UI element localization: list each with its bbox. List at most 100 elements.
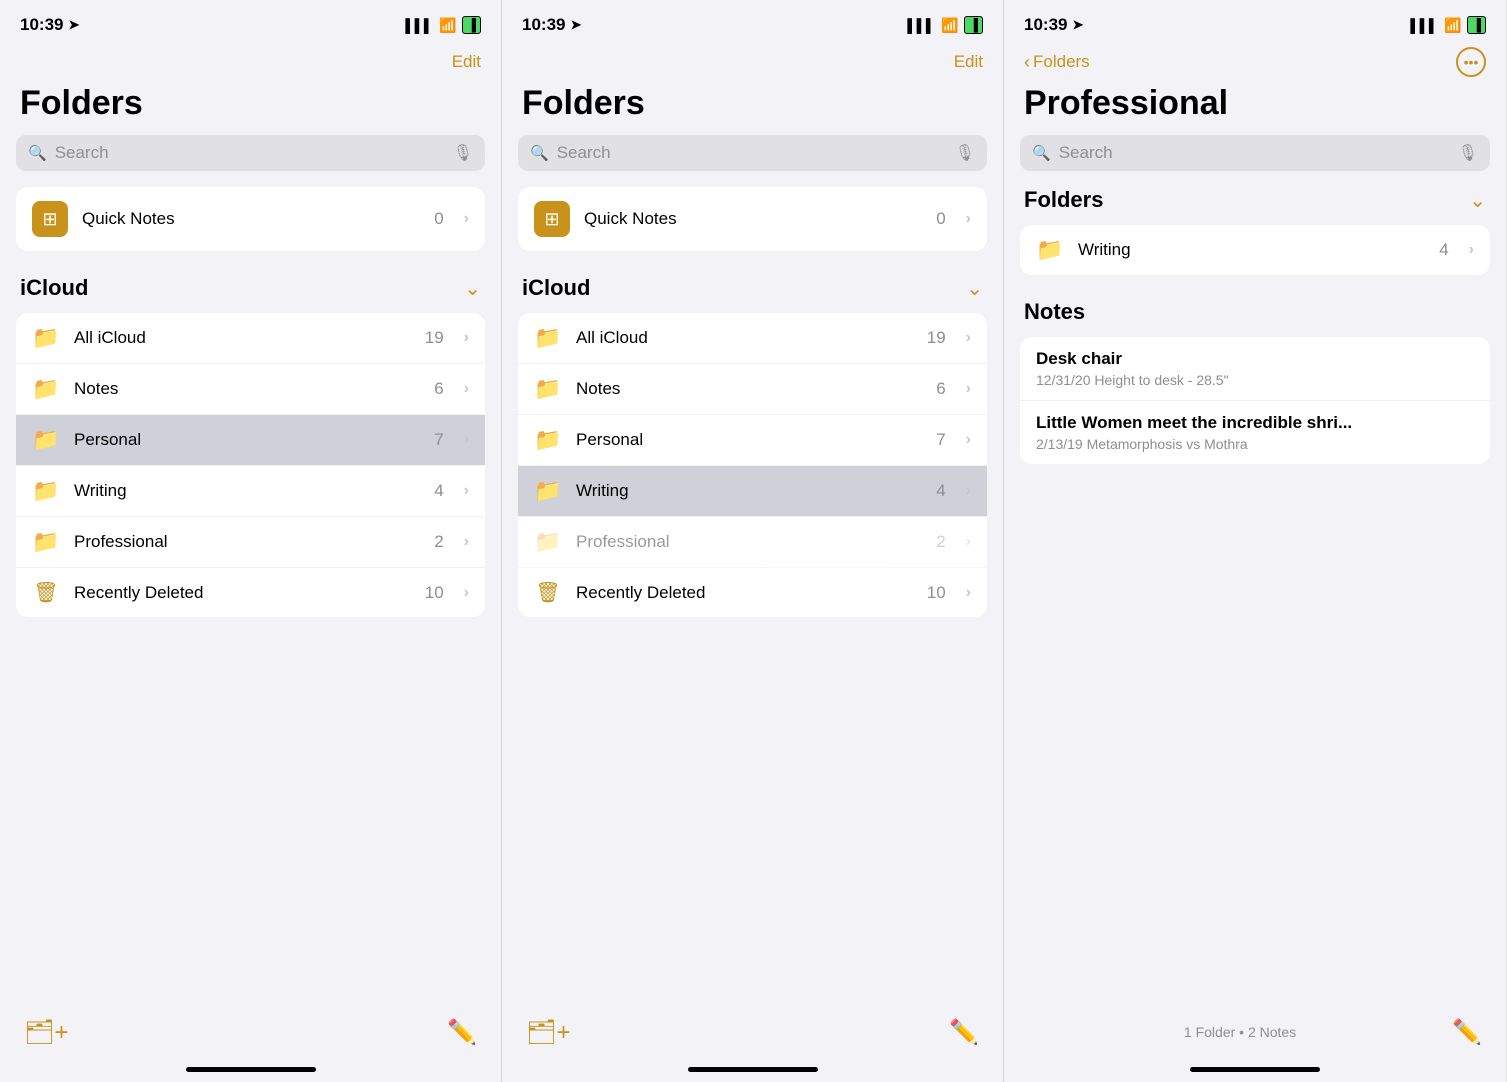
chevron-personal-2: › (966, 431, 971, 449)
folder-name-all-icloud-2: All iCloud (576, 328, 913, 348)
folder-row-notes-1[interactable]: 📁 Notes 6 › (16, 364, 485, 415)
folder-icon-personal-2: 📁 (534, 427, 562, 453)
note-meta-little-women-3: 2/13/19 Metamorphosis vs Mothra (1036, 436, 1474, 452)
folder-name-personal-2: Personal (576, 430, 922, 450)
folder-row-writing-1[interactable]: 📁 Writing 4 › (16, 466, 485, 517)
folder-name-personal-1: Personal (74, 430, 420, 450)
folder-icon-1: 📁 (32, 325, 60, 351)
chevron-all-icloud-1: › (464, 329, 469, 347)
folder-icon-notes-2: 📁 (534, 376, 562, 402)
compose-icon-1[interactable]: ✏️ (447, 1018, 477, 1047)
folder-count-professional-2: 2 (936, 532, 945, 552)
note-title-little-women-3: Little Women meet the incredible shri... (1036, 413, 1474, 433)
folder-name-professional-2: Professional (576, 532, 922, 552)
folder-count-writing-1: 4 (434, 481, 443, 501)
folder-count-notes-1: 6 (434, 379, 443, 399)
folder-icon-personal-1: 📁 (32, 427, 60, 453)
folder-row-professional-1[interactable]: 📁 Professional 2 › (16, 517, 485, 568)
page-title-2: Folders (502, 80, 1003, 135)
chevron-right-quick-notes-2: › (966, 210, 971, 228)
note-title-desk-chair-3: Desk chair (1036, 349, 1474, 369)
signal-icon-2: ▌▌▌ (907, 18, 935, 33)
folder-row-all-icloud-2[interactable]: 📁 All iCloud 19 › (518, 313, 987, 364)
quick-notes-row-2[interactable]: ⊞ Quick Notes 0 › (518, 187, 987, 251)
page-title-1: Folders (0, 80, 501, 135)
status-time-3: 10:39 ➤ (1024, 15, 1083, 35)
folder-count-notes-2: 6 (936, 379, 945, 399)
signal-icon-3: ▌▌▌ (1410, 18, 1438, 33)
trash-icon-1: 🗑 (32, 580, 60, 605)
page-title-3: Professional (1004, 80, 1506, 135)
folder-icon-writing-2: 📁 (534, 478, 562, 504)
search-icon-3: 🔍 (1032, 144, 1051, 162)
note-row-desk-chair-3[interactable]: Desk chair 12/31/20 Height to desk - 28.… (1020, 337, 1490, 401)
more-button-3[interactable]: ••• (1456, 47, 1486, 77)
folder-count-personal-2: 7 (936, 430, 945, 450)
icloud-title-1: iCloud (20, 275, 88, 301)
folder-row-all-icloud-1[interactable]: 📁 All iCloud 19 › (16, 313, 485, 364)
status-time-2: 10:39 ➤ (522, 15, 581, 35)
folder-name-writing-3: Writing (1078, 240, 1425, 260)
edit-button-2[interactable]: Edit (954, 52, 983, 72)
folder-icon-all-icloud-2: 📁 (534, 325, 562, 351)
wifi-icon-1: 📶 (439, 17, 456, 34)
folder-row-writing-3[interactable]: 📁 Writing 4 › (1020, 225, 1490, 275)
folder-icon-notes-1: 📁 (32, 376, 60, 402)
new-folder-icon-1[interactable]: 🗂+ (24, 1018, 68, 1047)
folder-icon-professional-2: 📁 (534, 529, 562, 555)
search-icon-1: 🔍 (28, 144, 47, 162)
folder-row-writing-2[interactable]: 📁 Writing 4 › (518, 466, 987, 517)
home-bar-2 (688, 1067, 818, 1072)
nav-bar-3: ‹ Folders ••• (1004, 44, 1506, 80)
note-row-little-women-3[interactable]: Little Women meet the incredible shri...… (1020, 401, 1490, 464)
compose-icon-2[interactable]: ✏️ (949, 1018, 979, 1047)
chevron-deleted-1: › (464, 584, 469, 602)
ellipsis-icon-3: ••• (1464, 54, 1479, 70)
folders-title-3: Folders (1024, 187, 1103, 213)
folder-name-writing-2: Writing (576, 481, 922, 501)
quick-notes-count-1: 0 (434, 209, 443, 229)
folder-row-deleted-2[interactable]: 🗑 Recently Deleted 10 › (518, 568, 987, 617)
quick-notes-icon-1: ⊞ (32, 201, 68, 237)
mic-icon-3[interactable]: 🎙 (1458, 143, 1478, 163)
nav-bar-2: Edit (502, 44, 1003, 80)
compose-icon-3[interactable]: ✏️ (1452, 1018, 1482, 1047)
icloud-chevron-1[interactable]: ⌄ (464, 276, 481, 301)
quick-notes-label-1: Quick Notes (82, 209, 420, 229)
location-icon-3: ➤ (1072, 17, 1083, 33)
folder-name-notes-2: Notes (576, 379, 922, 399)
mic-icon-1[interactable]: 🎙 (453, 143, 473, 163)
chevron-writing-3: › (1469, 241, 1474, 259)
folder-row-professional-2[interactable]: 📁 Professional 2 › (518, 517, 987, 568)
folder-name-writing-1: Writing (74, 481, 420, 501)
content-area-1: ⊞ Quick Notes 0 › iCloud ⌄ 📁 All iCloud … (0, 187, 501, 1002)
status-icons-1: ▌▌▌ 📶 ▐ (405, 16, 481, 34)
folder-name-professional-1: Professional (74, 532, 420, 552)
folders-section-header-3: Folders ⌄ (1020, 187, 1490, 213)
signal-icon-1: ▌▌▌ (405, 18, 433, 33)
search-bar-2[interactable]: 🔍 Search 🎙 (518, 135, 987, 171)
chevron-professional-1: › (464, 533, 469, 551)
new-folder-icon-2[interactable]: 🗂+ (526, 1018, 570, 1047)
folder-row-personal-2[interactable]: 📁 Personal 7 › (518, 415, 987, 466)
folder-row-personal-1[interactable]: 📁 Personal 7 › (16, 415, 485, 466)
folders-chevron-3[interactable]: ⌄ (1469, 188, 1486, 213)
search-bar-1[interactable]: 🔍 Search 🎙 (16, 135, 485, 171)
quick-notes-row-1[interactable]: ⊞ Quick Notes 0 › (16, 187, 485, 251)
edit-button-1[interactable]: Edit (452, 52, 481, 72)
screen-3: 10:39 ➤ ▌▌▌ 📶 ▐ ‹ Folders ••• Profession… (1004, 0, 1506, 1082)
nav-bar-1: Edit (0, 44, 501, 80)
wifi-icon-2: 📶 (941, 17, 958, 34)
mic-icon-2[interactable]: 🎙 (955, 143, 975, 163)
status-bar-3: 10:39 ➤ ▌▌▌ 📶 ▐ (1004, 0, 1506, 44)
back-button-3[interactable]: ‹ Folders (1024, 52, 1090, 73)
notes-section-title-3: Notes (1020, 299, 1490, 325)
search-bar-3[interactable]: 🔍 Search 🎙 (1020, 135, 1490, 171)
folder-row-deleted-1[interactable]: 🗑 Recently Deleted 10 › (16, 568, 485, 617)
status-icons-2: ▌▌▌ 📶 ▐ (907, 16, 983, 34)
folder-name-all-icloud-1: All iCloud (74, 328, 411, 348)
folder-count-professional-1: 2 (434, 532, 443, 552)
icloud-chevron-2[interactable]: ⌄ (966, 276, 983, 301)
folder-icon-writing-1: 📁 (32, 478, 60, 504)
folder-row-notes-2[interactable]: 📁 Notes 6 › (518, 364, 987, 415)
